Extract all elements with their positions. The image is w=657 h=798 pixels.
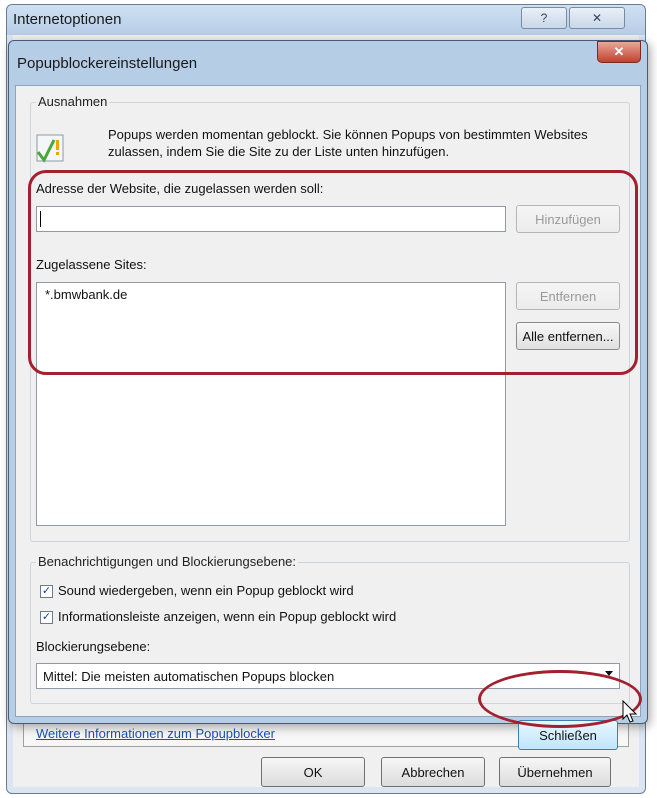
play-sound-checkbox[interactable]: ✓ bbox=[40, 585, 53, 598]
apply-button[interactable]: Übernehmen bbox=[499, 757, 611, 787]
dialog-close-button[interactable]: ✕ bbox=[597, 41, 641, 63]
exceptions-group-label: Ausnahmen bbox=[36, 94, 110, 109]
chevron-down-icon bbox=[605, 671, 613, 676]
dialog-title: Popupblockereinstellungen bbox=[17, 55, 198, 72]
remove-button[interactable]: Entfernen bbox=[516, 282, 620, 310]
text-caret bbox=[40, 211, 41, 227]
warning-check-icon bbox=[36, 134, 64, 163]
dialog-body: Ausnahmen Popups werden momentan geblock… bbox=[15, 85, 641, 750]
allowed-sites-list[interactable]: *.bmwbank.de bbox=[36, 282, 506, 526]
cancel-button[interactable]: Abbrechen bbox=[381, 757, 485, 787]
ok-button[interactable]: OK bbox=[261, 757, 365, 787]
notifications-group-label: Benachrichtigungen und Blockierungsebene… bbox=[36, 554, 299, 569]
add-button[interactable]: Hinzufügen bbox=[516, 205, 620, 233]
mouse-pointer-icon bbox=[622, 700, 638, 723]
blocking-level-label: Blockierungsebene: bbox=[36, 639, 151, 654]
blocking-level-value: Mittel: Die meisten automatischen Popups… bbox=[43, 669, 335, 684]
blocking-level-select[interactable]: Mittel: Die meisten automatischen Popups… bbox=[36, 663, 620, 689]
help-button[interactable]: ? bbox=[521, 7, 567, 29]
allowed-sites-label: Zugelassene Sites: bbox=[36, 257, 147, 272]
address-label: Adresse der Website, die zugelassen werd… bbox=[36, 181, 324, 196]
play-sound-label: Sound wiedergeben, wenn ein Popup gebloc… bbox=[58, 583, 354, 598]
close-button[interactable]: Schließen bbox=[518, 720, 618, 750]
internet-options-close-button[interactable]: ✕ bbox=[569, 7, 625, 29]
internet-options-titlebar: Internetoptionen ? ✕ bbox=[7, 5, 645, 35]
remove-all-button[interactable]: Alle entfernen... bbox=[516, 322, 620, 350]
list-item[interactable]: *.bmwbank.de bbox=[45, 287, 127, 302]
popup-blocker-dialog: Popupblockereinstellungen ✕ Ausnahmen Po… bbox=[8, 40, 648, 750]
show-infobar-label: Informationsleiste anzeigen, wenn ein Po… bbox=[58, 609, 397, 624]
internet-options-title: Internetoptionen bbox=[13, 11, 122, 28]
address-input[interactable] bbox=[36, 206, 506, 232]
show-infobar-checkbox[interactable]: ✓ bbox=[40, 611, 53, 624]
exceptions-info-text: Popups werden momentan geblockt. Sie kön… bbox=[108, 127, 588, 159]
more-info-link[interactable]: Weitere Informationen zum Popupblocker bbox=[36, 726, 275, 741]
